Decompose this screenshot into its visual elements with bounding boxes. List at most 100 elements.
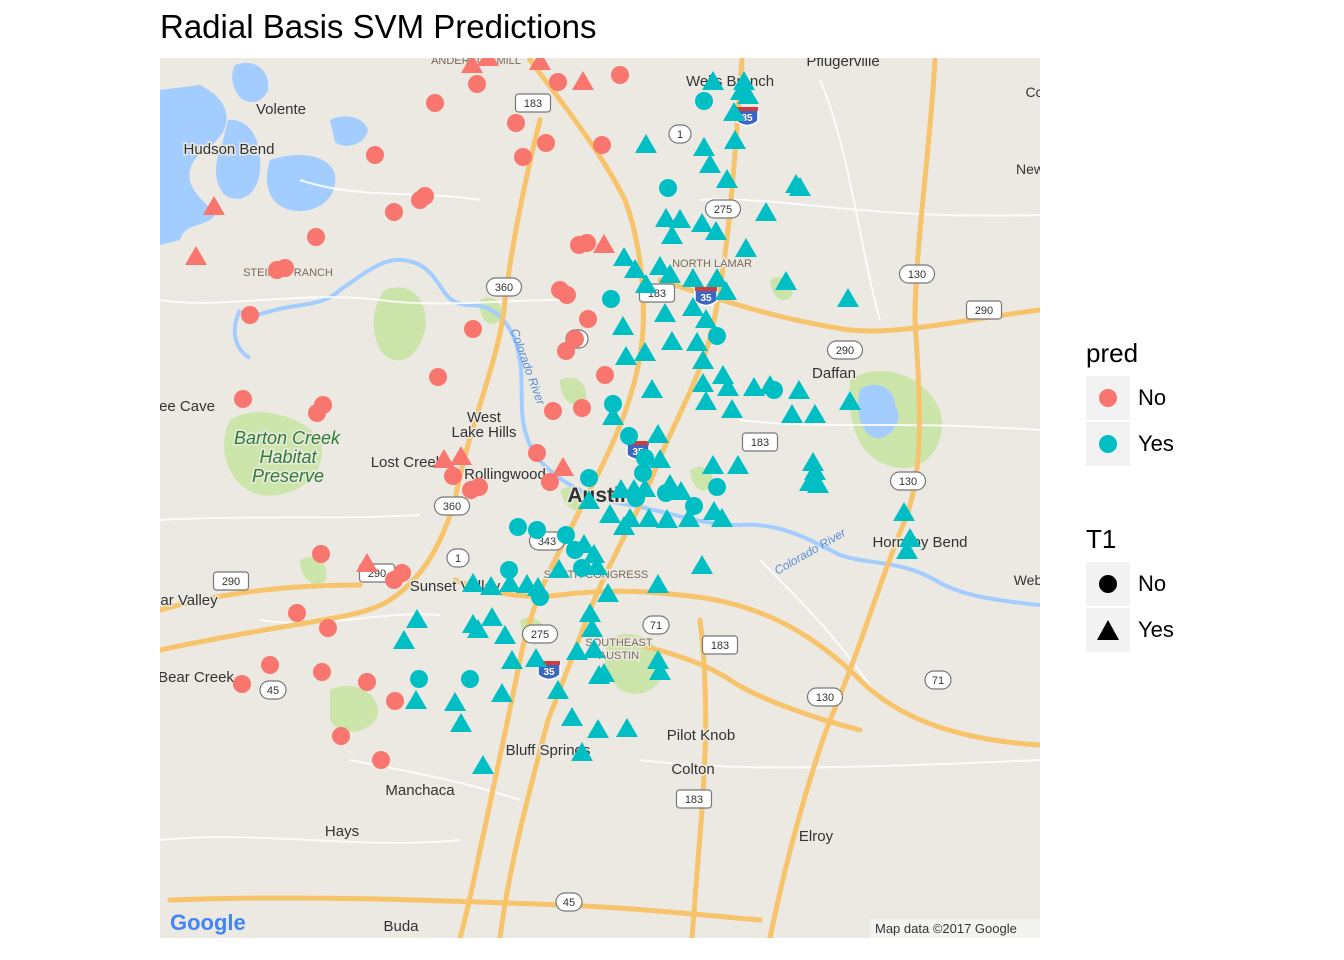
- highway-shield-183: 183: [675, 789, 713, 809]
- shield-label: 183: [711, 640, 729, 652]
- shield-label: 290: [222, 576, 240, 588]
- highway-shield-360: 360: [433, 496, 471, 516]
- point-pred-no-circle: [312, 545, 330, 563]
- place-label: Hudson Bend: [184, 141, 275, 158]
- point-pred-no-circle: [308, 404, 326, 422]
- circle-icon: [1099, 435, 1117, 453]
- point-pred-no-circle: [261, 656, 279, 674]
- point-pred-yes-circle: [708, 478, 726, 496]
- shield-label: 35: [543, 667, 555, 678]
- highway-shield-275: 275: [704, 199, 742, 219]
- legend-pred-title: pred: [1086, 338, 1139, 368]
- point-pred-yes-circle: [685, 497, 703, 515]
- point-pred-no-circle: [541, 473, 559, 491]
- place-label: Lake Hills: [451, 424, 516, 441]
- point-pred-yes-circle: [528, 521, 546, 539]
- highway-shield-71: 71: [642, 615, 670, 635]
- place-label: AUSTIN: [599, 650, 639, 662]
- point-pred-no-circle: [593, 136, 611, 154]
- park-label: Barton Creek: [234, 428, 341, 448]
- highway-shield-275: 275: [521, 624, 559, 644]
- highway-shield-130: 130: [806, 687, 844, 707]
- place-label: Bear Creek: [160, 669, 234, 686]
- legend-t1-key-no: [1086, 562, 1130, 606]
- highway-shield-45: 45: [555, 892, 583, 912]
- place-label: Hornsby Bend: [872, 534, 967, 551]
- shield-label: 183: [524, 98, 542, 110]
- place-label: Pflugerville: [806, 58, 879, 70]
- shield-label: 130: [899, 476, 917, 488]
- highway-shield-1: 1: [668, 124, 692, 144]
- map-panel[interactable]: 1831352751303601833529012901833513036034…: [160, 58, 1040, 938]
- shield-label: 290: [836, 345, 854, 357]
- point-pred-no-circle: [611, 66, 629, 84]
- highway-shield-360: 360: [485, 277, 523, 297]
- point-pred-yes-circle: [531, 588, 549, 606]
- place-label: ar Valley: [160, 592, 218, 609]
- point-pred-yes-circle: [659, 179, 677, 197]
- shield-label: 45: [563, 897, 575, 909]
- place-label: Web: [1014, 572, 1040, 588]
- point-pred-no-circle: [444, 467, 462, 485]
- point-pred-no-circle: [557, 342, 575, 360]
- point-pred-no-circle: [462, 481, 480, 499]
- point-pred-no-circle: [528, 444, 546, 462]
- shield-label: 1: [455, 553, 461, 565]
- place-label: Cc: [1025, 84, 1040, 100]
- place-label: Wells Branch: [686, 73, 774, 90]
- legend-t1-title: T1: [1086, 524, 1117, 554]
- place-label: Pilot Knob: [667, 727, 735, 744]
- point-pred-no-circle: [313, 663, 331, 681]
- point-pred-yes-circle: [620, 427, 638, 445]
- point-pred-no-circle: [549, 73, 567, 91]
- point-pred-yes-circle: [580, 469, 598, 487]
- point-pred-no-circle: [578, 234, 596, 252]
- point-pred-no-circle: [332, 727, 350, 745]
- shield-label: 290: [975, 305, 993, 317]
- point-pred-no-circle: [558, 286, 576, 304]
- point-pred-yes-circle: [573, 559, 591, 577]
- point-pred-no-circle: [411, 191, 429, 209]
- highway-shield-183: 183: [701, 635, 739, 655]
- triangle-icon: [1097, 620, 1119, 640]
- legend-pred-item-yes: Yes: [1086, 421, 1174, 467]
- legend-t1: T1 No Yes: [1086, 524, 1174, 653]
- shield-label: 1: [677, 129, 683, 141]
- point-pred-no-circle: [288, 604, 306, 622]
- shield-label: 183: [751, 437, 769, 449]
- point-pred-no-circle: [426, 94, 444, 112]
- point-pred-no-circle: [544, 402, 562, 420]
- point-pred-no-circle: [358, 673, 376, 691]
- chart-title: Radial Basis SVM Predictions: [160, 8, 597, 45]
- place-label: Volente: [256, 101, 306, 118]
- point-pred-yes-circle: [657, 484, 675, 502]
- place-label: Buda: [383, 918, 419, 935]
- place-label: Elroy: [799, 828, 834, 845]
- point-pred-no-circle: [537, 134, 555, 152]
- legend-t1-item-yes: Yes: [1086, 607, 1174, 653]
- place-label: NORTH LAMAR: [672, 258, 752, 270]
- place-label: Manchaca: [385, 782, 455, 799]
- shield-label: 130: [908, 269, 926, 281]
- park-label: Preserve: [252, 466, 324, 486]
- map-attribution[interactable]: Map data ©2017 Google: [875, 921, 1017, 936]
- point-pred-yes-circle: [410, 670, 428, 688]
- point-pred-no-circle: [385, 203, 403, 221]
- shield-label: 360: [495, 282, 513, 294]
- circle-icon: [1099, 389, 1117, 407]
- point-pred-no-circle: [429, 368, 447, 386]
- park-label: Habitat: [259, 447, 317, 467]
- google-logo: Google: [170, 910, 246, 935]
- point-pred-no-circle: [307, 228, 325, 246]
- point-pred-no-circle: [234, 390, 252, 408]
- place-label: New: [1016, 161, 1040, 177]
- highway-shield-290: 290: [212, 571, 250, 591]
- point-pred-no-circle: [268, 261, 286, 279]
- legend-pred-label-no: No: [1138, 385, 1167, 410]
- point-pred-no-circle: [468, 75, 486, 93]
- point-pred-no-circle: [507, 114, 525, 132]
- point-pred-no-circle: [319, 619, 337, 637]
- legend-pred-label-yes: Yes: [1138, 431, 1174, 456]
- shield-label: 183: [685, 794, 703, 806]
- highway-shield-1: 1: [446, 548, 470, 568]
